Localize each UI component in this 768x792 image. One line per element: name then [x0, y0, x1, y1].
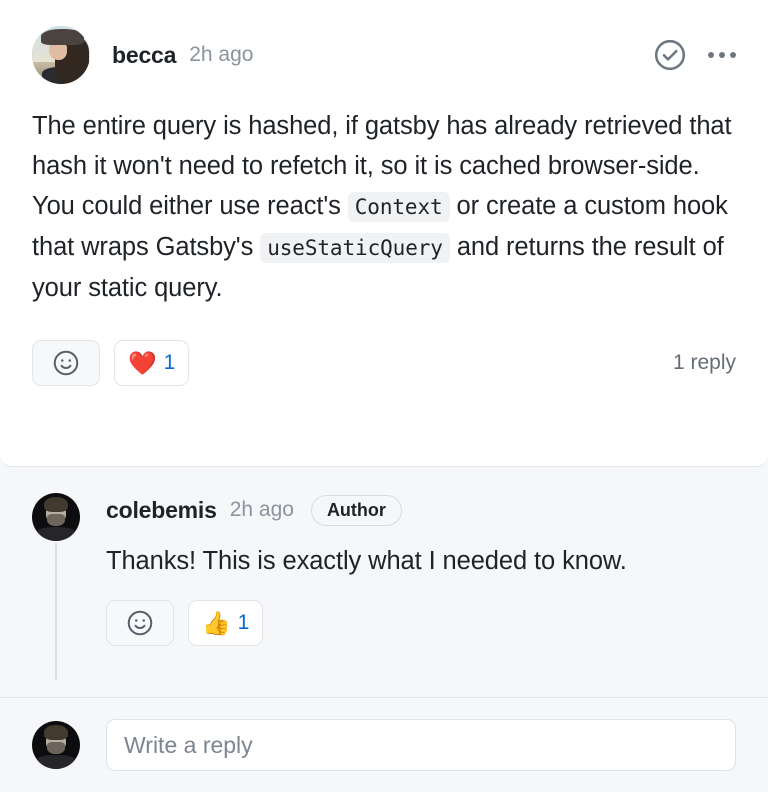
avatar-colebemis[interactable] [32, 493, 80, 541]
heart-icon: ❤️ [128, 349, 157, 376]
reaction-heart[interactable]: ❤️ 1 [114, 340, 190, 386]
reply-section: colebemis 2h ago Author Thanks! This is … [0, 467, 768, 698]
smiley-icon [53, 350, 79, 376]
check-circle-icon[interactable] [652, 37, 688, 73]
avatar-hair [43, 724, 69, 741]
reaction-thumbsup[interactable]: 👍 1 [188, 600, 264, 646]
comment-body: The entire query is hashed, if gatsby ha… [32, 106, 736, 308]
thread-line [55, 543, 57, 680]
reply-composer [0, 698, 768, 792]
reply-avatar-column [32, 493, 80, 680]
comment-reaction-row: ❤️ 1 1 reply [32, 340, 736, 386]
smiley-icon [127, 610, 153, 636]
avatar-hair [43, 496, 69, 513]
inline-code-context: Context [347, 192, 450, 222]
kebab-menu-icon[interactable] [708, 52, 736, 58]
reply-count-label[interactable]: 1 reply [673, 351, 736, 375]
comment-timestamp: 2h ago [189, 43, 254, 66]
avatar-becca[interactable] [32, 26, 90, 84]
avatar-beard [47, 514, 65, 526]
reply-item: colebemis 2h ago Author Thanks! This is … [32, 493, 736, 680]
avatar-current-user[interactable] [32, 721, 80, 769]
avatar-shoulders [35, 754, 77, 769]
reply-content: colebemis 2h ago Author Thanks! This is … [106, 493, 736, 646]
reply-header: colebemis 2h ago Author [106, 494, 736, 526]
check-circle-glyph [654, 39, 686, 71]
kebab-dot [730, 52, 736, 58]
avatar-shoulders [35, 526, 77, 541]
comment-header: becca 2h ago [32, 26, 736, 84]
add-reaction-button[interactable] [32, 340, 100, 386]
reply-input[interactable] [106, 719, 736, 771]
thumbs-up-icon: 👍 [202, 609, 231, 636]
reply-author-name[interactable]: colebemis [106, 497, 217, 524]
comment-card: becca 2h ago The entire query is hashed,… [0, 0, 768, 467]
comment-thread: becca 2h ago The entire query is hashed,… [0, 0, 768, 792]
comment-author-name[interactable]: becca [112, 42, 176, 69]
avatar-beard [47, 742, 65, 754]
reply-text: Thanks! This is exactly what I needed to… [106, 547, 627, 575]
reply-reaction-row: 👍 1 [106, 600, 736, 646]
inline-code-usestaticquery: useStaticQuery [260, 233, 450, 263]
comment-header-actions [652, 37, 736, 73]
kebab-dot [719, 52, 725, 58]
reply-timestamp: 2h ago [229, 498, 294, 521]
reaction-count: 1 [163, 351, 176, 374]
avatar-hat [41, 29, 85, 45]
author-badge: Author [310, 494, 402, 526]
add-reaction-button[interactable] [106, 600, 174, 646]
reaction-count: 1 [237, 611, 250, 634]
kebab-dot [708, 52, 714, 58]
